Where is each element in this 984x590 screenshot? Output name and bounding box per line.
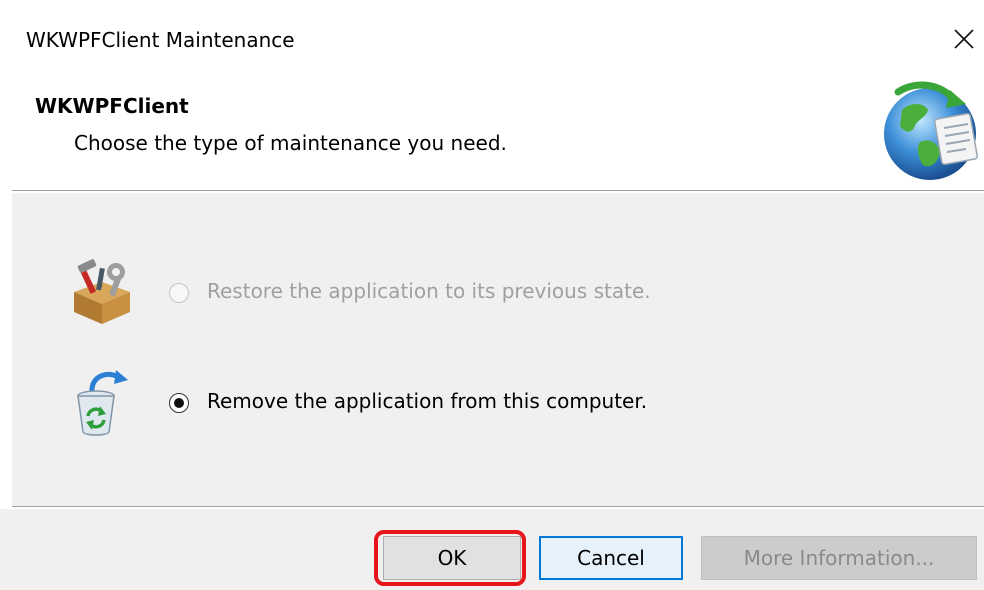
app-name: WKWPFClient bbox=[35, 94, 189, 118]
options-panel: Restore the application to its previous … bbox=[12, 193, 984, 506]
remove-radio[interactable] bbox=[169, 393, 189, 413]
dialog-header: WKWPFClient Choose the type of maintenan… bbox=[0, 80, 984, 190]
cancel-button[interactable]: Cancel bbox=[539, 536, 683, 580]
option-restore[interactable]: Restore the application to its previous … bbox=[12, 258, 984, 328]
ok-button[interactable]: OK bbox=[383, 536, 521, 580]
title-bar: WKWPFClient Maintenance bbox=[0, 0, 984, 80]
header-divider bbox=[12, 190, 984, 192]
remove-option-label: Remove the application from this compute… bbox=[207, 389, 648, 413]
dialog-footer: OK Cancel More Information... bbox=[0, 509, 984, 590]
footer-divider bbox=[12, 506, 984, 508]
restore-option-label: Restore the application to its previous … bbox=[207, 279, 651, 303]
toolbox-repair-icon bbox=[74, 259, 130, 324]
restore-radio[interactable] bbox=[169, 283, 189, 303]
globe-installer-icon bbox=[884, 81, 978, 180]
more-information-button[interactable]: More Information... bbox=[701, 536, 977, 580]
recycle-bin-icon bbox=[77, 370, 128, 436]
close-button[interactable] bbox=[944, 16, 984, 62]
header-subtitle: Choose the type of maintenance you need. bbox=[74, 131, 507, 155]
close-icon bbox=[954, 29, 974, 49]
window-title: WKWPFClient Maintenance bbox=[26, 28, 295, 52]
option-remove[interactable]: Remove the application from this compute… bbox=[12, 368, 984, 438]
